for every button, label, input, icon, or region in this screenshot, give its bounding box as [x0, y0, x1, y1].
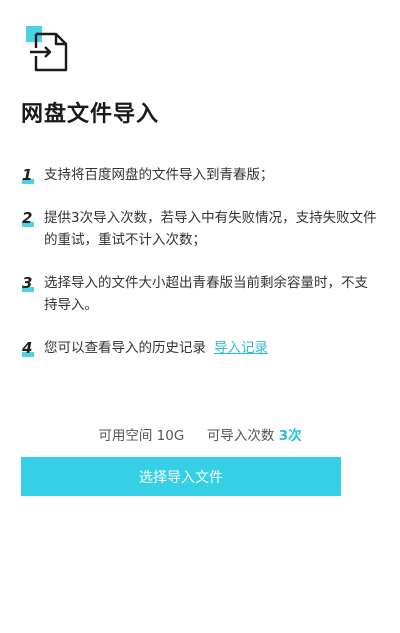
import-count-value: 3次 — [278, 428, 302, 444]
step-number-text: 4 — [22, 339, 33, 357]
step-item-3: 3 选择导入的文件大小超出青春版当前剩余容量时，不支持导入。 — [22, 272, 378, 316]
step-text-2: 提供3次导入次数，若导入中有失败情况，支持失败文件的重试，重试不计入次数； — [44, 210, 377, 248]
quota-stats: 可用空间 10G 可导入次数 3次 — [0, 424, 400, 444]
import-history-link[interactable]: 导入记录 — [214, 340, 268, 356]
page-title: 网盘文件导入 — [21, 102, 160, 127]
file-import-icon — [26, 26, 72, 76]
select-import-file-button[interactable]: 选择导入文件 — [21, 457, 341, 496]
space-label: 可用空间 — [98, 428, 153, 444]
step-number-4: 4 — [22, 337, 44, 359]
step-number-text: 3 — [22, 274, 33, 292]
space-value: 10G — [156, 428, 185, 444]
step-number-text: 2 — [22, 209, 33, 227]
step-number-3: 3 — [22, 272, 44, 294]
file-import-glyph — [30, 32, 68, 72]
step-text-3: 选择导入的文件大小超出青春版当前剩余容量时，不支持导入。 — [44, 275, 368, 313]
step-item-1: 1 支持将百度网盘的文件导入到青春版； — [22, 164, 378, 186]
step-number-1: 1 — [22, 164, 44, 186]
step-item-2: 2 提供3次导入次数，若导入中有失败情况，支持失败文件的重试，重试不计入次数； — [22, 207, 378, 251]
step-item-4: 4 您可以查看导入的历史记录 导入记录 — [22, 337, 378, 359]
import-count-label: 可导入次数 — [206, 428, 275, 444]
step-text-4-body: 您可以查看导入的历史记录 — [44, 340, 206, 356]
step-text-1: 支持将百度网盘的文件导入到青春版； — [44, 167, 274, 183]
step-number-2: 2 — [22, 207, 44, 229]
step-number-text: 1 — [22, 166, 33, 184]
step-text-4: 您可以查看导入的历史记录 导入记录 — [44, 337, 268, 359]
